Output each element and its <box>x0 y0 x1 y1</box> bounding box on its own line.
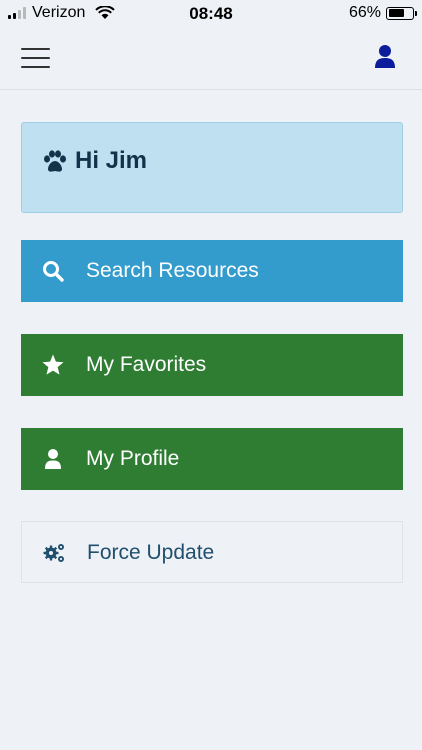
gears-icon <box>43 544 64 562</box>
force-update-button[interactable]: Force Update <box>21 521 403 583</box>
force-update-label: Force Update <box>87 541 215 564</box>
my-favorites-label: My Favorites <box>86 353 207 376</box>
nav-bar <box>0 28 422 90</box>
my-profile-button[interactable]: My Profile <box>21 428 403 490</box>
paw-icon <box>44 150 66 172</box>
my-profile-label: My Profile <box>86 447 180 470</box>
user-icon[interactable] <box>374 44 396 70</box>
my-favorites-button[interactable]: My Favorites <box>21 334 403 396</box>
greeting-panel: Hi Jim <box>21 122 403 213</box>
user-icon <box>45 449 61 469</box>
search-icon <box>43 261 64 282</box>
star-icon <box>42 354 64 375</box>
battery-icon <box>386 6 417 20</box>
status-bar: Verizon 08:48 66% <box>0 0 422 28</box>
search-resources-button[interactable]: Search Resources <box>21 240 403 302</box>
status-right: 66% <box>348 4 417 22</box>
hamburger-menu-icon[interactable] <box>21 48 50 68</box>
greeting-text: Hi Jim <box>75 147 148 174</box>
battery-percent: 66% <box>348 4 381 21</box>
search-resources-label: Search Resources <box>86 259 259 282</box>
